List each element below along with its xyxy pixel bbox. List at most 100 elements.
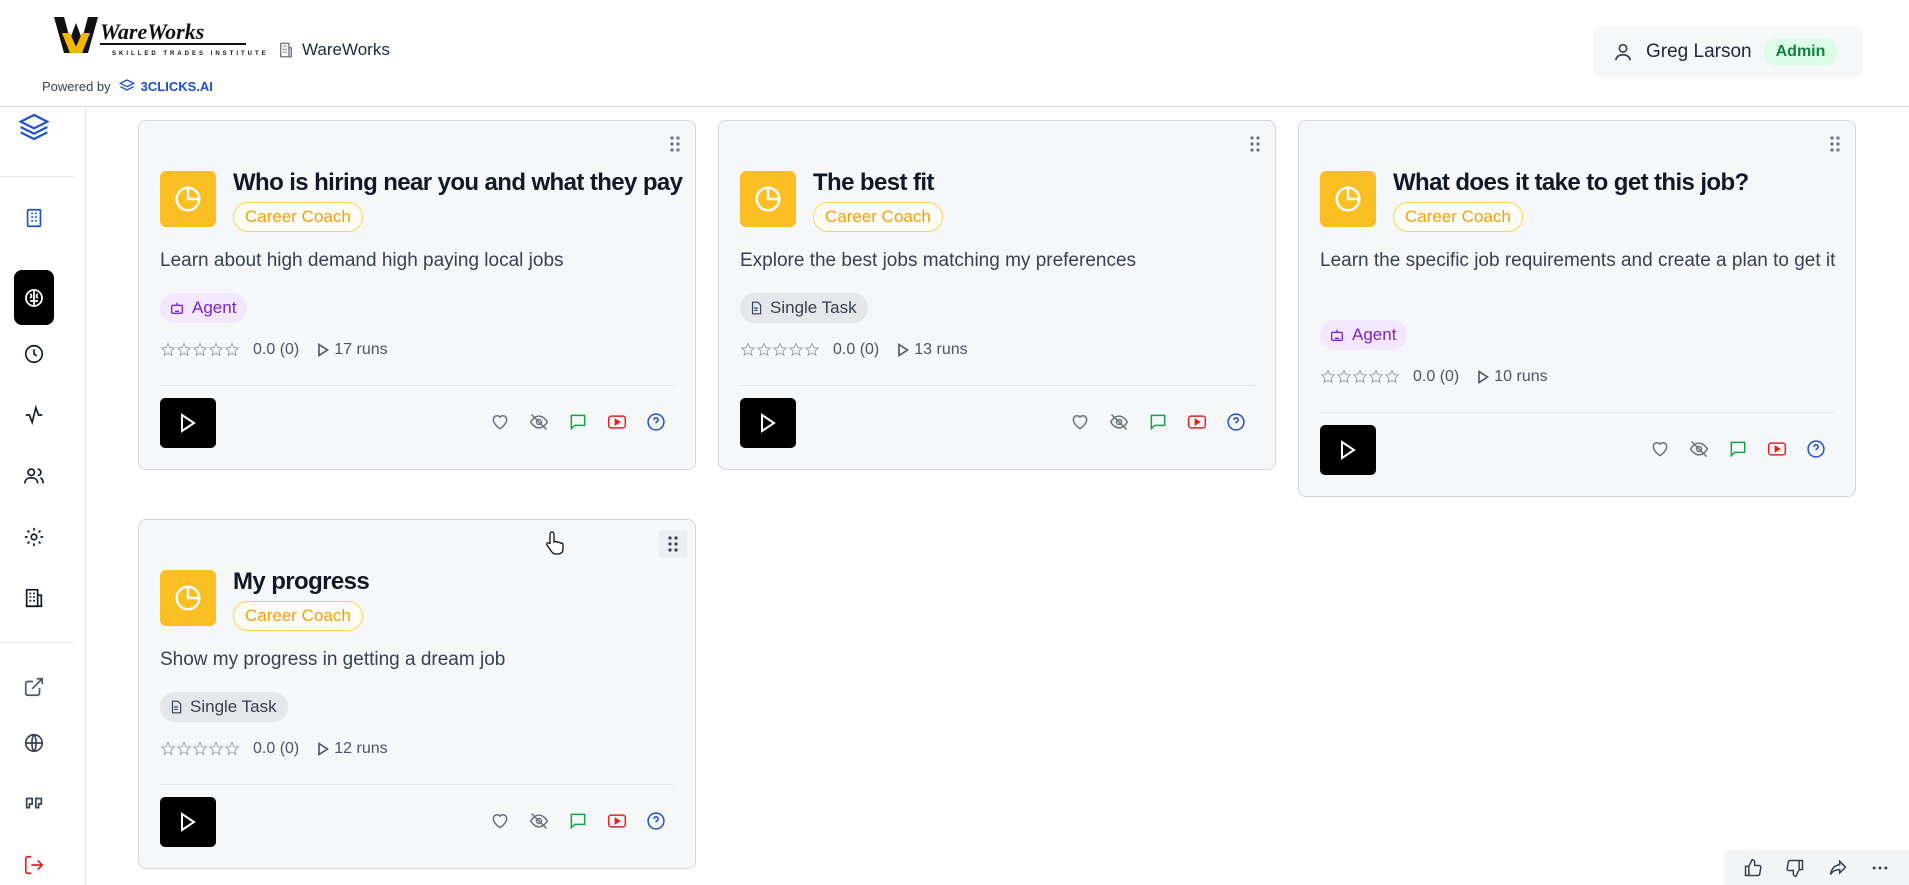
- thumbs-up-icon[interactable]: [1743, 858, 1763, 878]
- sidebar-item-users[interactable]: [14, 456, 54, 496]
- agent-card[interactable]: My progress Career Coach Show my progres…: [138, 519, 696, 869]
- sidebar-item-activity[interactable]: [14, 395, 54, 435]
- video-icon[interactable]: [1766, 438, 1788, 460]
- card-title: What does it take to get this job?: [1393, 169, 1749, 196]
- sidebar-item-settings[interactable]: [14, 517, 54, 557]
- logo-subtext: SKILLED TRADES INSTITUTE: [112, 51, 269, 57]
- logo-wordmark: WareWorks: [100, 19, 204, 44]
- user-name: Greg Larson: [1646, 40, 1752, 62]
- drag-handle-icon[interactable]: [659, 530, 687, 558]
- card-description: Explore the best jobs matching my prefer…: [740, 250, 1137, 271]
- layers-icon: [18, 111, 50, 143]
- agent-card[interactable]: Who is hiring near you and what they pay…: [138, 120, 696, 470]
- hide-eye-off-icon[interactable]: [1688, 438, 1710, 460]
- card-title: Who is hiring near you and what they pay: [233, 169, 683, 196]
- hide-eye-off-icon[interactable]: [528, 810, 550, 832]
- favorite-heart-icon[interactable]: [489, 411, 511, 433]
- agent-card[interactable]: What does it take to get this job? Caree…: [1298, 120, 1856, 497]
- card-divider: [160, 784, 674, 785]
- chat-icon[interactable]: [567, 810, 589, 832]
- video-icon[interactable]: [1186, 411, 1208, 433]
- powered-by-brand-link[interactable]: 3CLICKS.AI: [118, 78, 213, 94]
- card-actions: [1069, 411, 1247, 433]
- star-rating-icon[interactable]: [160, 342, 242, 358]
- run-button[interactable]: [1320, 425, 1376, 475]
- share-icon[interactable]: [1828, 858, 1848, 878]
- chat-icon[interactable]: [1727, 438, 1749, 460]
- help-icon[interactable]: [1805, 438, 1827, 460]
- feedback-toolbar: [1724, 850, 1909, 885]
- brain-icon: [22, 286, 46, 310]
- play-small-icon: [317, 742, 330, 756]
- activity-icon: [23, 404, 45, 426]
- chat-icon[interactable]: [567, 411, 589, 433]
- sidebar-item-organization[interactable]: [14, 198, 54, 238]
- more-options-icon[interactable]: [1870, 858, 1890, 878]
- card-title: The best fit: [813, 169, 934, 196]
- drag-handle-icon[interactable]: [1829, 135, 1841, 153]
- help-icon[interactable]: [645, 411, 667, 433]
- top-header: WareWorks SKILLED TRADES INSTITUTE WareW…: [0, 0, 1909, 107]
- agent-card[interactable]: The best fit Career Coach Explore the be…: [718, 120, 1276, 470]
- type-badge: Agent: [160, 293, 248, 323]
- external-link-icon: [23, 676, 45, 698]
- quote-icon: [23, 793, 45, 815]
- chat-icon[interactable]: [1147, 411, 1169, 433]
- card-title: My progress: [233, 568, 370, 595]
- globe-icon: [23, 732, 45, 754]
- sidebar-item-language[interactable]: [14, 723, 54, 763]
- runs-count: 12 runs: [317, 740, 388, 758]
- video-icon[interactable]: [606, 810, 628, 832]
- layers-icon: [118, 78, 135, 94]
- help-icon[interactable]: [1225, 411, 1247, 433]
- play-icon: [179, 413, 197, 433]
- org-name: WareWorks: [302, 40, 390, 59]
- thumbs-down-icon[interactable]: [1785, 858, 1805, 878]
- star-rating-icon[interactable]: [740, 342, 822, 358]
- drag-handle-icon[interactable]: [669, 135, 681, 153]
- help-icon[interactable]: [645, 810, 667, 832]
- run-button[interactable]: [160, 797, 216, 847]
- role-badge: Admin: [1763, 37, 1838, 66]
- org-selector[interactable]: WareWorks: [277, 40, 390, 60]
- sidebar-item-agents[interactable]: [14, 270, 54, 325]
- favorite-heart-icon[interactable]: [489, 810, 511, 832]
- rating-value: 0.0 (0): [1413, 368, 1460, 385]
- building-icon: [277, 41, 295, 59]
- type-label: Agent: [1352, 325, 1397, 344]
- run-button[interactable]: [740, 398, 796, 448]
- pie-chart-icon: [160, 171, 216, 227]
- drag-handle-icon[interactable]: [1249, 135, 1261, 153]
- rating-value: 0.0 (0): [833, 341, 880, 358]
- star-rating-icon[interactable]: [1320, 369, 1402, 385]
- favorite-heart-icon[interactable]: [1069, 411, 1091, 433]
- sidebar-item-home[interactable]: [14, 107, 54, 147]
- type-badge: Single Task: [160, 692, 288, 722]
- logout-icon: [23, 854, 45, 876]
- star-rating-icon[interactable]: [160, 741, 242, 757]
- sidebar-item-testimonials[interactable]: [14, 784, 54, 824]
- sidebar-item-history[interactable]: [14, 334, 54, 374]
- play-icon: [759, 413, 777, 433]
- user-menu[interactable]: Greg Larson Admin: [1594, 26, 1862, 77]
- category-badge: Career Coach: [813, 202, 943, 232]
- card-meta: 0.0 (0) 13 runs: [740, 341, 968, 359]
- sidebar-item-logout[interactable]: [14, 845, 54, 885]
- sidebar-item-external-link[interactable]: [14, 667, 54, 707]
- card-meta: 0.0 (0) 10 runs: [1320, 368, 1548, 386]
- video-icon[interactable]: [606, 411, 628, 433]
- rating-value: 0.0 (0): [253, 341, 300, 358]
- type-label: Agent: [192, 298, 237, 317]
- hide-eye-off-icon[interactable]: [528, 411, 550, 433]
- gear-icon: [23, 526, 45, 548]
- play-icon: [1339, 440, 1357, 460]
- sidebar-item-companies[interactable]: [14, 578, 54, 618]
- pie-chart-icon: [740, 171, 796, 227]
- category-badge: Career Coach: [233, 601, 363, 631]
- hide-eye-off-icon[interactable]: [1108, 411, 1130, 433]
- runs-count: 10 runs: [1477, 368, 1548, 386]
- run-button[interactable]: [160, 398, 216, 448]
- category-badge: Career Coach: [1393, 202, 1523, 232]
- card-actions: [1649, 438, 1827, 460]
- favorite-heart-icon[interactable]: [1649, 438, 1671, 460]
